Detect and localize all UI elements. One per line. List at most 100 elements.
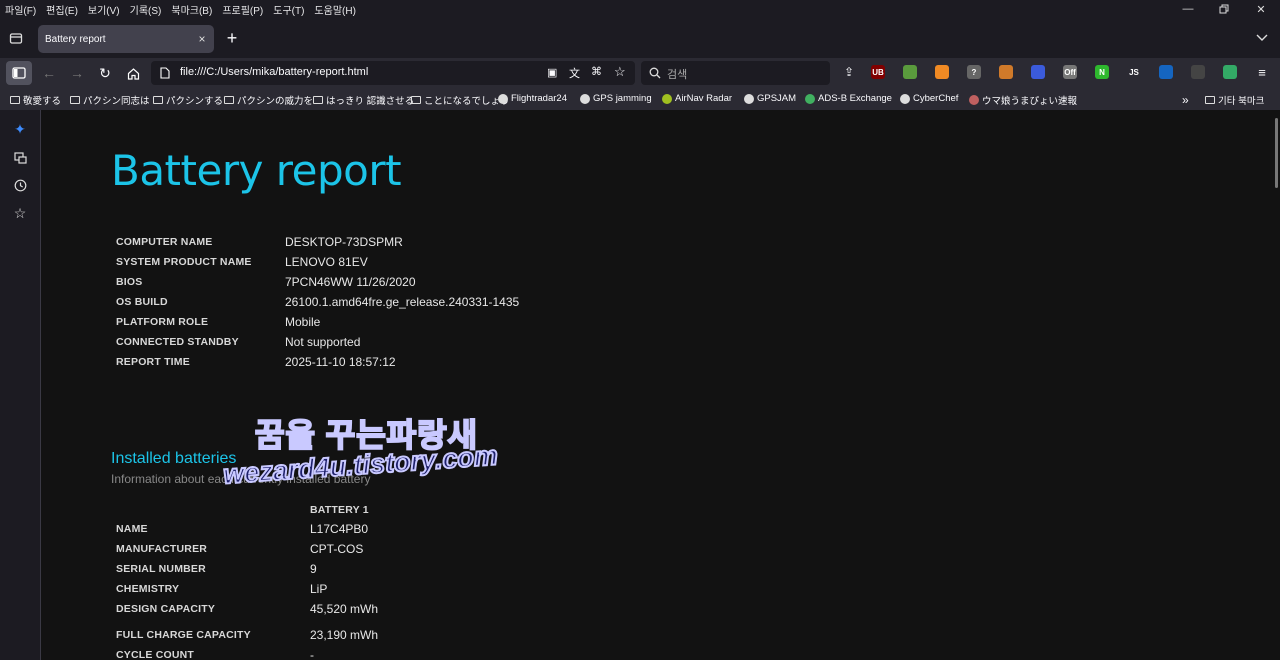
site-favicon-icon [498, 93, 508, 104]
back-arrow-icon: ← [42, 65, 56, 81]
hamburger-icon: ≡ [1258, 64, 1266, 80]
bookmark-label: AirNav Radar [675, 93, 733, 104]
tab-close-icon[interactable]: × [194, 32, 210, 46]
js-ext-icon[interactable]: JS [1127, 65, 1141, 79]
url-text: file:///C:/Users/mika/battery-report.htm… [180, 66, 369, 78]
menu-help[interactable]: 도움말(H) [309, 2, 360, 17]
other-bookmarks-folder[interactable]: 기타 북마크 [1205, 93, 1264, 107]
menu-file[interactable]: 파일(F) [0, 2, 41, 17]
off-ext-icon[interactable]: Off [1063, 65, 1077, 79]
restore-button[interactable] [1207, 0, 1241, 18]
bookmark-link[interactable]: ウマ娘うまぴょい速報 [969, 93, 1077, 107]
reader-view-icon[interactable]: ▣ [547, 66, 557, 79]
trash-ext-icon[interactable] [935, 65, 949, 79]
system-info-label: REPORT TIME [116, 356, 190, 368]
battery-column-header: BATTERY 1 [310, 504, 369, 516]
green-ext-icon[interactable] [903, 65, 917, 79]
synced-tabs-icon [13, 151, 27, 164]
home-button[interactable] [124, 64, 142, 82]
extensions-share-button[interactable]: ⇪ [841, 64, 857, 80]
search-input[interactable]: 검색 [641, 61, 830, 85]
tab-list-button[interactable] [6, 28, 26, 48]
app-menu-button[interactable]: ≡ [1254, 64, 1270, 80]
battery-info-value: - [310, 648, 314, 660]
system-info-value: DESKTOP-73DSPMR [285, 235, 403, 249]
new-tab-button[interactable]: + [222, 28, 242, 48]
bookmark-label: パクシンの威力を [237, 96, 314, 107]
bookmark-link[interactable]: AirNav Radar [662, 93, 732, 104]
menu-bar: 파일(F) 편집(E) 보기(V) 기록(S) 북마크(B) 프로필(P) 도구… [0, 0, 1280, 18]
reload-button[interactable]: ↻ [96, 64, 114, 82]
system-info-value: Not supported [285, 335, 361, 349]
other-bookmarks-label: 기타 북마크 [1218, 96, 1265, 107]
menu-view[interactable]: 보기(V) [83, 2, 125, 17]
menu-profiles[interactable]: 프로필(P) [217, 2, 268, 17]
close-icon: ✕ [1256, 3, 1266, 16]
page-title: Battery report [111, 146, 402, 195]
battery-info-label: CYCLE COUNT [116, 649, 195, 660]
ai-chatbot-button[interactable]: ✦ [12, 121, 28, 137]
menu-history[interactable]: 기록(S) [125, 2, 167, 17]
menu-edit[interactable]: 편집(E) [41, 2, 83, 17]
system-info-label: CONNECTED STANDBY [116, 336, 239, 348]
tab-strip: Battery report × + [0, 18, 1280, 58]
scrollbar[interactable] [1275, 118, 1278, 188]
bookmark-folder[interactable]: 敬愛する [10, 93, 61, 107]
bookmark-folder[interactable]: ことになるでしょう [411, 93, 510, 107]
bookmark-link[interactable]: Flightradar24 [498, 93, 567, 104]
circle-ext-icon[interactable] [1223, 65, 1237, 79]
battery-info-value: CPT-COS [310, 542, 364, 556]
battery-info-label: SERIAL NUMBER [116, 563, 206, 575]
bookmark-link[interactable]: CyberChef [900, 93, 958, 104]
translate-icon[interactable]: 文 [569, 65, 580, 81]
bookmarks-sidebar-button[interactable]: ☆ [12, 205, 28, 221]
bookmark-label: ADS-B Exchange [818, 93, 892, 104]
sidebar-toggle-button[interactable] [6, 61, 32, 85]
bookmark-label: ウマ娘うまぴょい速報 [982, 96, 1078, 107]
menu-bookmarks[interactable]: 북마크(B) [166, 2, 217, 17]
reload-icon: ↻ [99, 64, 111, 81]
arrow-ext-icon[interactable] [1031, 65, 1045, 79]
folder-icon [70, 96, 80, 104]
system-info-value: Mobile [285, 315, 321, 329]
system-info-label: COMPUTER NAME [116, 236, 213, 248]
bookmark-link[interactable]: GPS jamming [580, 93, 652, 104]
battery-info-value: 9 [310, 562, 317, 576]
tab-battery-report[interactable]: Battery report × [38, 25, 214, 53]
n-ext-icon[interactable]: N [1095, 65, 1109, 79]
list-all-tabs-button[interactable] [1252, 28, 1272, 48]
more-bookmarks-button[interactable]: » [1182, 93, 1189, 107]
bookmark-star-icon[interactable]: ☆ [614, 64, 626, 80]
url-bar[interactable]: file:///C:/Users/mika/battery-report.htm… [151, 61, 635, 85]
bookmark-link[interactable]: ADS-B Exchange [805, 93, 892, 104]
menu-tools[interactable]: 도구(T) [268, 2, 309, 17]
synced-tabs-button[interactable] [12, 149, 28, 165]
tab-list-icon [9, 33, 23, 44]
system-info-value: 7PCN46WW 11/26/2020 [285, 275, 416, 289]
system-info-value: 2025-11-10 18:57:12 [285, 355, 396, 369]
ublock-icon[interactable]: UB [871, 65, 885, 79]
bookmark-label: CyberChef [913, 93, 959, 104]
bookmark-folder[interactable]: はっきり 認識させる [313, 93, 414, 107]
page-translate-icon[interactable]: ⌘ [591, 65, 602, 78]
bookmark-link[interactable]: GPSJAM [744, 93, 796, 104]
history-button[interactable] [12, 177, 28, 193]
bookmark-folder[interactable]: パクシンの威力を [224, 93, 313, 107]
minimize-button[interactable]: — [1171, 0, 1205, 18]
eyes-ext-icon[interactable] [1191, 65, 1205, 79]
forward-button[interactable]: → [68, 64, 86, 82]
question-ext-icon[interactable]: ? [967, 65, 981, 79]
puzzle-ext-icon[interactable] [999, 65, 1013, 79]
shield-ext-icon[interactable] [1159, 65, 1173, 79]
folder-icon [153, 96, 163, 104]
system-info-value: LENOVO 81EV [285, 255, 368, 269]
back-button[interactable]: ← [40, 64, 58, 82]
site-favicon-icon [969, 95, 979, 105]
chevron-down-icon [1256, 34, 1268, 41]
bookmark-folder[interactable]: パクシンする [153, 93, 223, 107]
restore-icon [1219, 4, 1229, 14]
site-favicon-icon [580, 93, 590, 104]
window-close-button[interactable]: ✕ [1244, 0, 1278, 18]
folder-icon [411, 96, 421, 104]
bookmark-folder[interactable]: パクシン同志は [70, 93, 150, 107]
